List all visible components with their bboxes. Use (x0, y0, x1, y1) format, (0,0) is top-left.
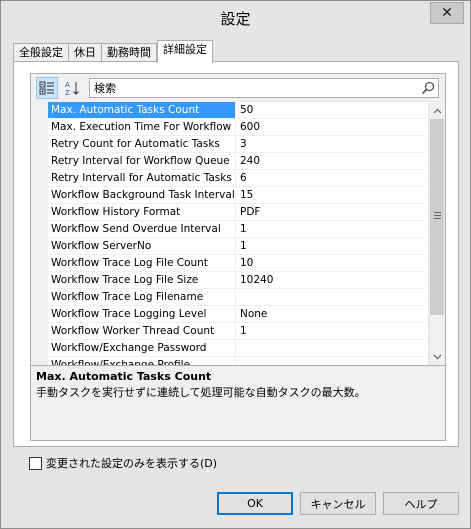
property-row[interactable]: Workflow ServerNo 1 (48, 238, 426, 255)
window-title: 設定 (220, 10, 251, 28)
property-name[interactable]: Workflow History Format (48, 204, 236, 220)
svg-text:A: A (65, 81, 70, 89)
property-value[interactable]: 10 (236, 255, 426, 271)
property-name[interactable]: Workflow Trace Logging Level (48, 306, 236, 322)
property-value[interactable]: PDF (236, 204, 426, 220)
property-value[interactable]: 15 (236, 187, 426, 203)
property-value[interactable]: 50 (236, 102, 426, 118)
tab-holidays[interactable]: 休日 (69, 43, 102, 62)
property-name[interactable]: Workflow Background Task Interval (48, 187, 236, 203)
property-value[interactable]: 6 (236, 170, 426, 186)
property-row[interactable]: Workflow/Exchange Profile (48, 357, 426, 365)
property-value[interactable]: 3 (236, 136, 426, 152)
property-row[interactable]: Max. Execution Time For Workflow ... 600 (48, 119, 426, 136)
sort-az-icon: A Z (65, 81, 79, 96)
property-value[interactable]: 240 (236, 153, 426, 169)
property-row[interactable]: Retry Intervall for Automatic Tasks 6 (48, 170, 426, 187)
help-button[interactable]: ヘルプ (383, 492, 459, 515)
property-value[interactable] (236, 357, 426, 365)
chevron-down-icon (433, 354, 441, 359)
property-name[interactable]: Workflow Trace Log Filename (48, 289, 236, 305)
property-name[interactable]: Max. Execution Time For Workflow ... (48, 119, 236, 135)
property-row[interactable]: Workflow Trace Logging Level None (48, 306, 426, 323)
close-icon: ✕ (441, 5, 453, 21)
property-value[interactable] (236, 289, 426, 305)
property-name[interactable]: Workflow Send Overdue Interval (48, 221, 236, 237)
tab-advanced[interactable]: 詳細設定 (157, 40, 213, 63)
alphabetical-button[interactable]: A Z (61, 77, 83, 99)
property-row[interactable]: Retry Count for Automatic Tasks 3 (48, 136, 426, 153)
property-value[interactable]: 10240 (236, 272, 426, 288)
property-value[interactable]: None (236, 306, 426, 322)
grip-icon (434, 212, 441, 221)
property-gutter (31, 102, 48, 365)
advanced-settings-panel: A Z Max. Automatic Tasks Count50M (13, 61, 459, 447)
property-grid-toolbar: A Z (31, 74, 445, 102)
property-name[interactable]: Workflow/Exchange Profile (48, 357, 236, 365)
property-name[interactable]: Workflow Trace Log File Size (48, 272, 236, 288)
property-value[interactable]: 600 (236, 119, 426, 135)
property-name[interactable]: Workflow Worker Thread Count (48, 323, 236, 339)
property-name[interactable]: Retry Intervall for Automatic Tasks (48, 170, 236, 186)
property-name[interactable]: Workflow/Exchange Password (48, 340, 236, 356)
property-name[interactable]: Workflow ServerNo (48, 238, 236, 254)
ok-button[interactable]: OK (217, 492, 293, 515)
show-changed-only-label: 変更された設定のみを表示する(D) (46, 457, 218, 470)
property-value[interactable]: 1 (236, 238, 426, 254)
scroll-thumb[interactable] (430, 119, 444, 315)
scroll-up-button[interactable] (429, 102, 445, 119)
property-row[interactable]: Workflow Trace Log Filename (48, 289, 426, 306)
settings-dialog: 設定 ✕ 全般設定 休日 勤務時間 詳細設定 A Z 検索 Max. Autom… (0, 0, 471, 529)
property-row[interactable]: Workflow Worker Thread Count 1 (48, 323, 426, 340)
vertical-scrollbar[interactable] (428, 102, 445, 365)
property-name[interactable]: Max. Automatic Tasks Count (48, 102, 236, 118)
scroll-down-button[interactable] (429, 348, 445, 365)
tab-strip: 全般設定 休日 勤務時間 詳細設定 (13, 40, 213, 63)
property-name[interactable]: Retry Count for Automatic Tasks (48, 136, 236, 152)
categorized-button[interactable] (36, 77, 58, 99)
search-icon[interactable] (421, 81, 435, 95)
title-bar: 設定 ✕ (1, 1, 470, 33)
search-input[interactable] (90, 79, 410, 97)
show-changed-only-option[interactable]: 変更された設定のみを表示する(D) (29, 455, 217, 471)
property-name[interactable]: Workflow Trace Log File Count (48, 255, 236, 271)
cancel-button[interactable]: キャンセル (300, 492, 376, 515)
property-row[interactable]: Retry Interval for Workflow Queue 240 (48, 153, 426, 170)
property-list: Max. Automatic Tasks Count 50 Max. Executi… (31, 102, 445, 365)
property-name[interactable]: Retry Interval for Workflow Queue (48, 153, 236, 169)
property-row[interactable]: Workflow History Format PDF (48, 204, 426, 221)
property-grid: A Z Max. Automatic Tasks Count50M (30, 73, 446, 441)
property-value[interactable]: 1 (236, 323, 426, 339)
tab-general[interactable]: 全般設定 (13, 43, 69, 62)
close-button[interactable]: ✕ (430, 2, 464, 24)
search-box[interactable] (89, 78, 439, 98)
chevron-up-icon (433, 108, 441, 113)
property-rows: Max. Automatic Tasks Count 50 Max. Executi… (48, 102, 426, 365)
description-text: 手動タスクを実行せずに連続して処理可能な自動タスクの最大数。 (36, 386, 366, 399)
property-row[interactable]: Workflow Trace Log File Size 10240 (48, 272, 426, 289)
categorized-icon (39, 81, 54, 95)
property-row[interactable]: Workflow Trace Log File Count 10 (48, 255, 426, 272)
property-row[interactable]: Workflow Background Task Interval 15 (48, 187, 426, 204)
property-value[interactable]: 1 (236, 221, 426, 237)
description-title: Max. Automatic Tasks Count (36, 370, 212, 383)
property-row[interactable]: Workflow/Exchange Password (48, 340, 426, 357)
property-row[interactable]: Workflow Send Overdue Interval 1 (48, 221, 426, 238)
tab-work-hours[interactable]: 勤務時間 (102, 43, 157, 62)
show-changed-only-checkbox[interactable] (29, 456, 42, 470)
description-pane: Max. Automatic Tasks Count 手動タスクを実行せずに連続… (31, 365, 445, 440)
property-row[interactable]: Max. Automatic Tasks Count 50 (48, 102, 426, 119)
property-value[interactable] (236, 340, 426, 356)
svg-text:Z: Z (65, 89, 70, 96)
